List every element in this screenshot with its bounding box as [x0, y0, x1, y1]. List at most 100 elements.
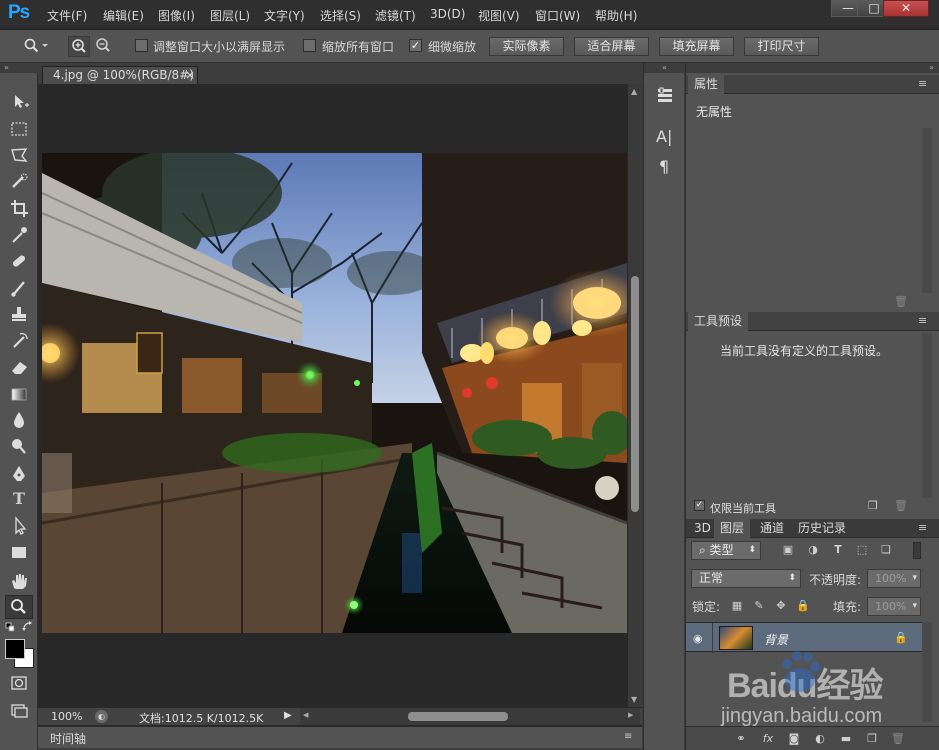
delete-icon[interactable]: 🗑 [894, 499, 908, 512]
swap-colors-icon[interactable] [22, 621, 34, 633]
dodge-tool-icon[interactable] [6, 435, 32, 457]
document-tab[interactable]: 4.jpg @ 100%(RGB/8#) × [42, 66, 198, 84]
tab-history[interactable]: 历史记录 [792, 519, 852, 538]
lock-image-icon[interactable]: ✎ [752, 599, 766, 613]
scroll-left-icon[interactable]: ◀ [303, 711, 308, 719]
menu-window[interactable]: 窗口(W) [535, 7, 580, 24]
opacity-field[interactable]: 100% ▾ [867, 569, 921, 588]
history-brush-tool-icon[interactable] [6, 330, 32, 352]
vertical-scrollbar[interactable]: ▲ ▼ [628, 84, 642, 707]
status-menu-arrow-icon[interactable]: ▶ [284, 710, 292, 721]
properties-panel-icon[interactable] [654, 85, 676, 107]
collapse-arrows-icon[interactable]: » [686, 63, 939, 73]
quick-selection-tool-icon[interactable] [6, 171, 32, 193]
filter-adjustment-icon[interactable]: ◑ [806, 543, 820, 557]
zoom-all-checkbox[interactable] [303, 39, 316, 52]
lock-transparent-icon[interactable]: ▦ [730, 599, 744, 613]
presets-scrollbar[interactable] [922, 333, 932, 498]
hand-tool-icon[interactable] [6, 570, 32, 592]
default-colors-icon[interactable] [5, 622, 17, 632]
menu-edit[interactable]: 编辑(E) [103, 7, 144, 24]
tab-properties[interactable]: 属性 [688, 75, 725, 94]
zoom-tool-preset-icon[interactable] [24, 38, 50, 54]
rectangle-tool-icon[interactable] [6, 541, 32, 563]
menu-image[interactable]: 图像(I) [158, 7, 195, 24]
panel-menu-icon[interactable]: ≡ [624, 731, 632, 742]
adjustment-layer-icon[interactable]: ◐ [813, 732, 827, 746]
tab-3d[interactable]: 3D [688, 519, 717, 538]
vertical-scroll-thumb[interactable] [631, 276, 639, 512]
horizontal-scrollbar[interactable]: ◀ ▶ [300, 708, 640, 725]
menu-file[interactable]: 文件(F) [47, 7, 87, 24]
share-icon[interactable]: ◐ [95, 710, 108, 723]
menu-select[interactable]: 选择(S) [320, 7, 361, 24]
close-button[interactable]: ✕ [883, 0, 929, 17]
print-size-button[interactable]: 打印尺寸 [744, 37, 819, 56]
path-selection-tool-icon[interactable] [6, 515, 32, 537]
clone-stamp-tool-icon[interactable] [6, 303, 32, 325]
fit-window-checkbox[interactable] [135, 39, 148, 52]
screen-mode-icon[interactable] [6, 699, 32, 721]
current-tool-only-checkbox[interactable]: ✓ [694, 500, 705, 511]
layer-name[interactable]: 背景 [764, 631, 788, 648]
delete-icon[interactable]: 🗑 [894, 295, 908, 308]
lock-position-icon[interactable]: ✥ [774, 599, 788, 613]
new-layer-icon[interactable]: ❐ [865, 732, 879, 746]
properties-scrollbar[interactable] [922, 128, 932, 293]
character-panel-icon[interactable]: A| [656, 127, 672, 146]
fill-field[interactable]: 100% ▾ [867, 597, 921, 616]
gradient-tool-icon[interactable] [6, 383, 32, 405]
quick-mask-icon[interactable] [6, 672, 32, 694]
tab-layers[interactable]: 图层 [714, 519, 751, 538]
layer-mask-icon[interactable]: ◙ [787, 732, 801, 746]
fill-screen-button[interactable]: 填充屏幕 [659, 37, 734, 56]
delete-layer-icon[interactable]: 🗑 [891, 732, 905, 746]
move-tool-icon[interactable] [6, 91, 32, 113]
blur-tool-icon[interactable] [6, 409, 32, 431]
lasso-tool-icon[interactable] [6, 144, 32, 166]
scroll-up-icon[interactable]: ▲ [631, 87, 637, 96]
menu-layer[interactable]: 图层(L) [210, 7, 250, 24]
eraser-tool-icon[interactable] [6, 356, 32, 378]
layer-style-icon[interactable]: fx [761, 732, 775, 746]
panel-menu-icon[interactable]: ≡ [918, 521, 927, 534]
menu-view[interactable]: 视图(V) [478, 7, 520, 24]
menu-help[interactable]: 帮助(H) [595, 7, 637, 24]
crop-tool-icon[interactable] [6, 197, 32, 219]
document-canvas-image[interactable] [42, 153, 627, 633]
filter-shape-icon[interactable]: ⬚ [855, 543, 869, 557]
foreground-color-swatch[interactable] [5, 639, 25, 659]
collapse-arrows-icon[interactable]: » [0, 63, 38, 73]
panel-menu-icon[interactable]: ≡ [918, 314, 927, 327]
layers-scrollbar[interactable] [922, 622, 932, 722]
tab-channels[interactable]: 通道 [754, 519, 790, 538]
filter-type-icon[interactable]: T [831, 543, 845, 557]
visibility-eye-icon[interactable]: ◉ [693, 632, 703, 645]
link-layers-icon[interactable]: ⚭ [734, 732, 748, 746]
zoom-out-icon[interactable] [93, 36, 115, 57]
actual-pixels-button[interactable]: 实际像素 [489, 37, 564, 56]
filter-smart-object-icon[interactable]: ❏ [879, 543, 893, 557]
collapse-arrows-icon[interactable]: « [644, 63, 685, 73]
new-preset-icon[interactable]: ❐ [868, 499, 878, 512]
marquee-tool-icon[interactable] [6, 118, 32, 140]
scrubby-zoom-checkbox[interactable]: ✓ [409, 39, 422, 52]
zoom-tool-icon[interactable] [5, 595, 33, 619]
scroll-down-icon[interactable]: ▼ [631, 695, 637, 704]
panel-menu-icon[interactable]: ≡ [918, 77, 927, 90]
zoom-in-icon[interactable] [68, 36, 90, 57]
paragraph-panel-icon[interactable]: ¶ [659, 157, 669, 176]
menu-3d[interactable]: 3D(D) [430, 7, 465, 21]
pen-tool-icon[interactable] [6, 463, 32, 485]
lock-all-icon[interactable]: 🔒 [796, 599, 810, 613]
layer-filter-select[interactable]: ⌕ 类型 ⬍ [691, 541, 761, 560]
scroll-right-icon[interactable]: ▶ [628, 711, 633, 719]
horizontal-scroll-thumb[interactable] [408, 712, 508, 721]
brush-tool-icon[interactable] [6, 277, 32, 299]
timeline-tab[interactable]: 时间轴 [50, 730, 86, 747]
zoom-level[interactable]: 100% [51, 710, 82, 723]
filter-toggle[interactable] [913, 542, 921, 559]
blend-mode-select[interactable]: 正常 ⬍ [691, 569, 801, 588]
tab-tool-presets[interactable]: 工具预设 [688, 312, 749, 331]
healing-brush-tool-icon[interactable] [6, 250, 32, 272]
